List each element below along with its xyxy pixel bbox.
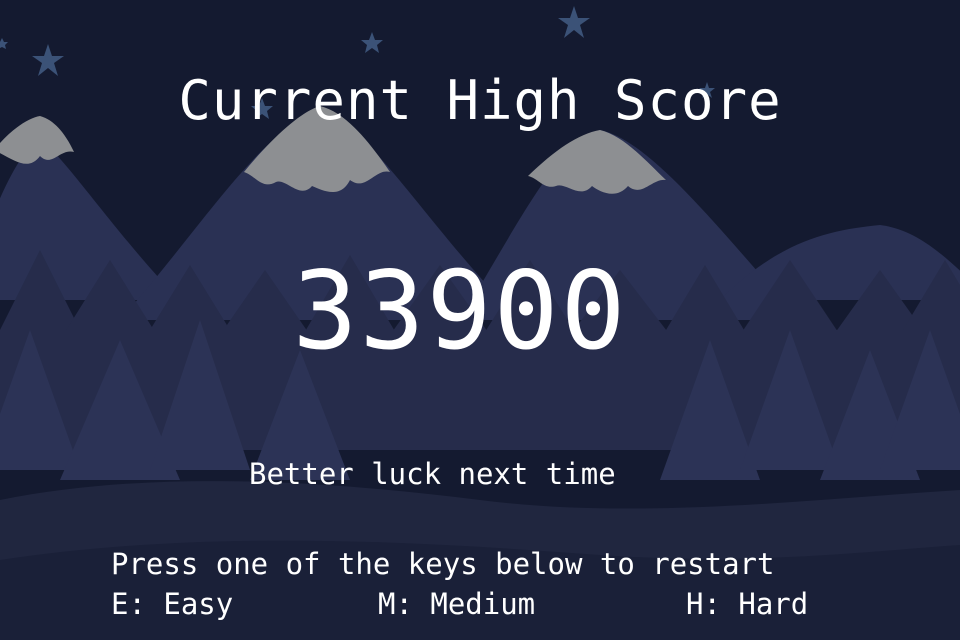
difficulty-option-easy[interactable]: E: Easy bbox=[111, 590, 233, 619]
difficulty-option-hard[interactable]: H: Hard bbox=[686, 590, 808, 619]
high-score-title: Current High Score bbox=[178, 69, 782, 132]
difficulty-option-medium[interactable]: M: Medium bbox=[378, 590, 535, 619]
encouragement-message: Better luck next time bbox=[249, 457, 616, 491]
high-score-value: 33900 bbox=[292, 249, 628, 374]
restart-prompt: Press one of the keys below to restart bbox=[111, 547, 775, 581]
